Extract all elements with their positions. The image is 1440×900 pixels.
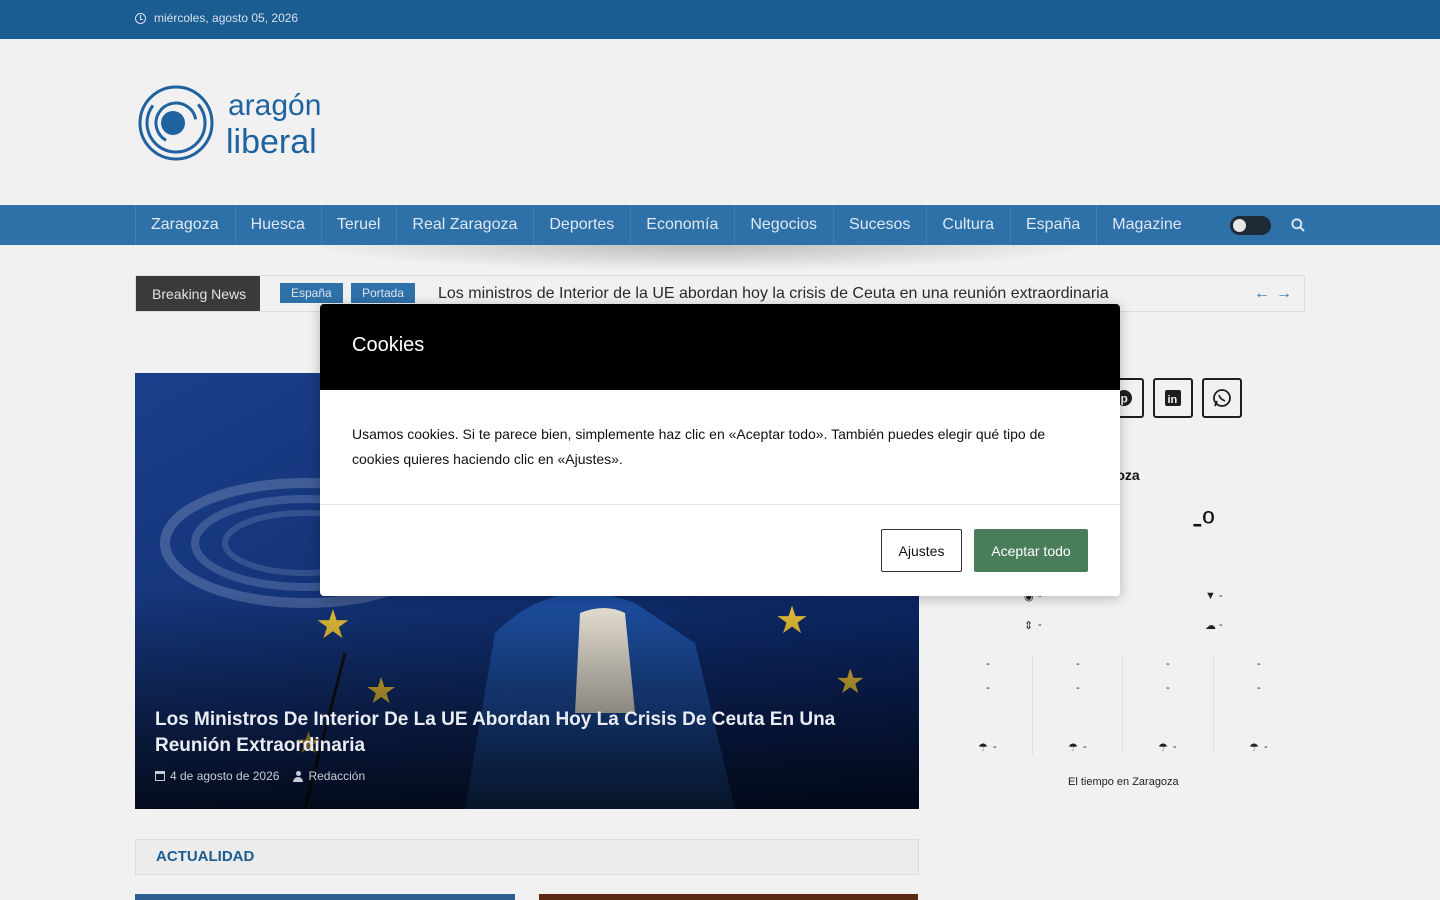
accept-all-cookies-button[interactable]: Aceptar todo: [974, 529, 1088, 572]
cookie-dialog-title: Cookies: [352, 334, 425, 356]
cookie-consent-dialog: Cookies Usamos cookies. Si te parece bie…: [320, 304, 1120, 596]
cookie-dialog-header: Cookies: [320, 304, 1120, 390]
cookie-settings-button[interactable]: Ajustes: [881, 529, 962, 572]
divider: [320, 504, 1120, 505]
cookie-dialog-text: Usamos cookies. Si te parece bien, simpl…: [352, 426, 1046, 467]
